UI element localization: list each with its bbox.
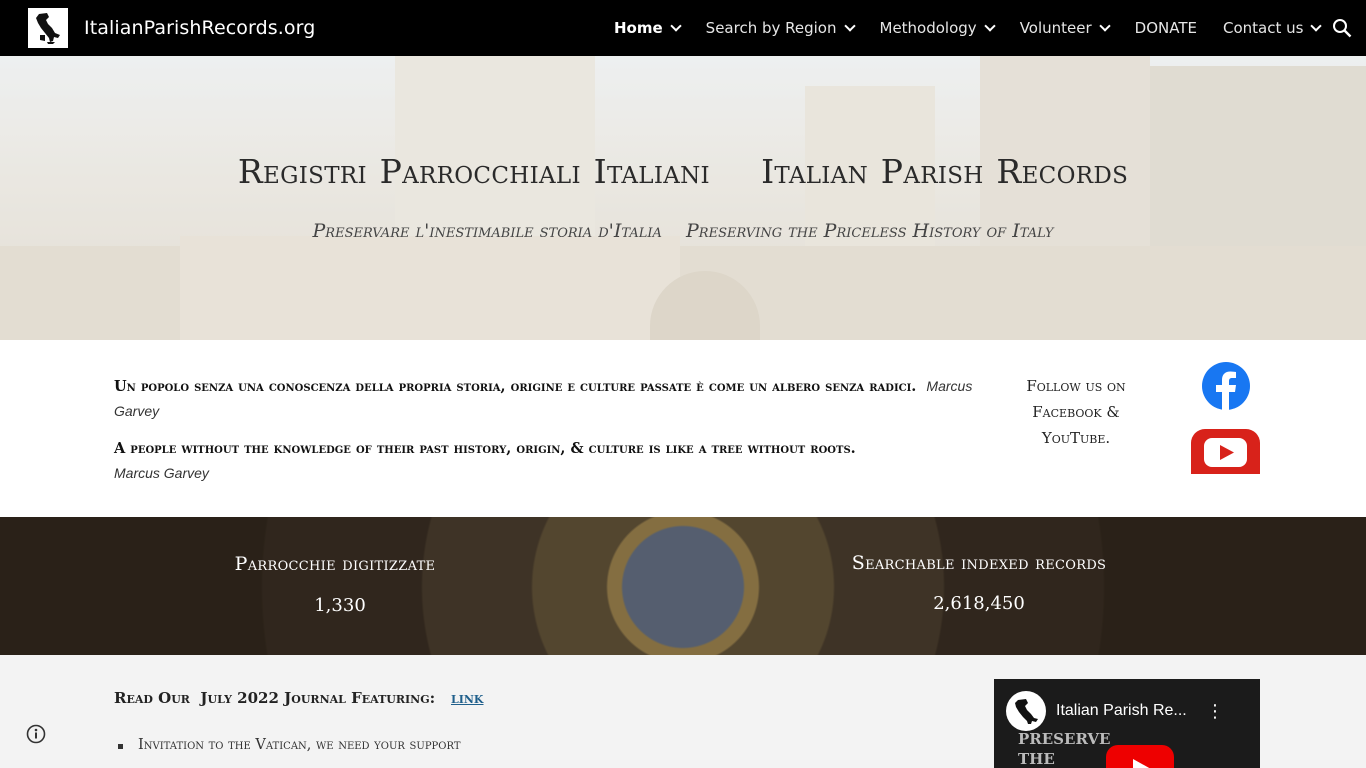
nav-home[interactable]: Home	[614, 19, 682, 37]
nav-home-label: Home	[614, 19, 663, 37]
video-title[interactable]: Italian Parish Re...	[1056, 702, 1187, 720]
quote-italian-text: Un popolo senza una conoscenza della pro…	[114, 378, 917, 395]
quote-section: Un popolo senza una conoscenza della pro…	[0, 340, 1366, 517]
more-vertical-icon[interactable]: ⋮	[1206, 701, 1224, 722]
youtube-play-glyph	[1204, 438, 1247, 467]
stats-overlay	[0, 517, 1366, 655]
quote-english-author: Marcus Garvey	[114, 465, 209, 481]
hero-overlay	[0, 56, 1366, 340]
stat-parishes-value: 1,330	[314, 595, 366, 616]
chevron-down-icon[interactable]	[984, 19, 996, 32]
stat-records-label: Searchable indexed records	[851, 552, 1107, 574]
hero-subtitle: Preservare l'inestimabile storia d'Itali…	[312, 220, 1054, 242]
youtube-video-embed[interactable]: PRESERVE THE Italian Parish Re... ⋮	[994, 679, 1260, 768]
info-icon[interactable]	[26, 724, 46, 744]
nav-search-by-region-label: Search by Region	[705, 19, 837, 37]
youtube-icon[interactable]	[1191, 429, 1260, 474]
nav-contact-us[interactable]: Contact us	[1222, 19, 1323, 37]
stat-parishes-label: Parrocchie digitizzate	[234, 553, 436, 575]
italy-map-icon	[1015, 699, 1038, 724]
journal-link[interactable]: link	[451, 689, 484, 707]
chevron-down-icon[interactable]	[1310, 19, 1323, 32]
hero-banner: Registri Parrocchiali Italiani Italian P…	[0, 56, 1366, 340]
facebook-f-glyph	[1216, 371, 1236, 410]
channel-avatar[interactable]	[1006, 691, 1046, 731]
site-title[interactable]: ItalianParishRecords.org	[84, 17, 315, 39]
quote-italian: Un popolo senza una conoscenza della pro…	[114, 374, 974, 424]
play-triangle-glyph	[1133, 759, 1150, 768]
nav-volunteer-label: Volunteer	[1019, 19, 1092, 37]
main-nav: Home Search by Region Methodology Volunt…	[614, 0, 1346, 56]
journal-text: Read Our July 2022 Journal Featuring:	[114, 689, 436, 707]
search-icon[interactable]	[1332, 18, 1352, 38]
nav-search-by-region[interactable]: Search by Region	[705, 19, 856, 37]
stats-section: Parrocchie digitizzate 1,330 Searchable …	[0, 517, 1366, 655]
hero-title: Registri Parrocchiali Italiani Italian P…	[237, 152, 1129, 191]
nav-methodology[interactable]: Methodology	[879, 19, 996, 37]
chevron-down-icon[interactable]	[843, 19, 856, 32]
nav-contact-us-label: Contact us	[1222, 19, 1304, 37]
chevron-down-icon[interactable]	[1098, 19, 1111, 32]
stat-records-value: 2,618,450	[933, 593, 1025, 614]
video-thumbnail-line: PRESERVE	[1018, 730, 1111, 748]
nav-volunteer[interactable]: Volunteer	[1019, 19, 1111, 37]
quote-english: A people without the knowledge of their …	[114, 437, 974, 486]
video-thumbnail-line: THE	[1018, 750, 1055, 768]
chevron-down-icon[interactable]	[670, 19, 682, 32]
journal-bullet-list: Invitation to the Vatican, we need your …	[118, 737, 461, 753]
follow-us-text: Follow us on Facebook & YouTube.	[1026, 377, 1126, 447]
nav-donate[interactable]: DONATE	[1135, 19, 1197, 37]
nav-donate-label: DONATE	[1134, 19, 1197, 37]
top-navigation-bar: ItalianParishRecords.org Home Search by …	[0, 0, 1366, 56]
italy-map-icon	[36, 13, 60, 44]
list-item: Invitation to the Vatican, we need your …	[118, 737, 461, 753]
play-icon[interactable]	[1106, 745, 1174, 768]
facebook-icon[interactable]	[1202, 362, 1250, 410]
site-logo[interactable]	[28, 8, 68, 48]
quote-english-text: A people without the knowledge of their …	[114, 440, 856, 457]
video-thumbnail-text: PRESERVE THE	[1018, 729, 1110, 768]
nav-methodology-label: Methodology	[879, 19, 977, 37]
